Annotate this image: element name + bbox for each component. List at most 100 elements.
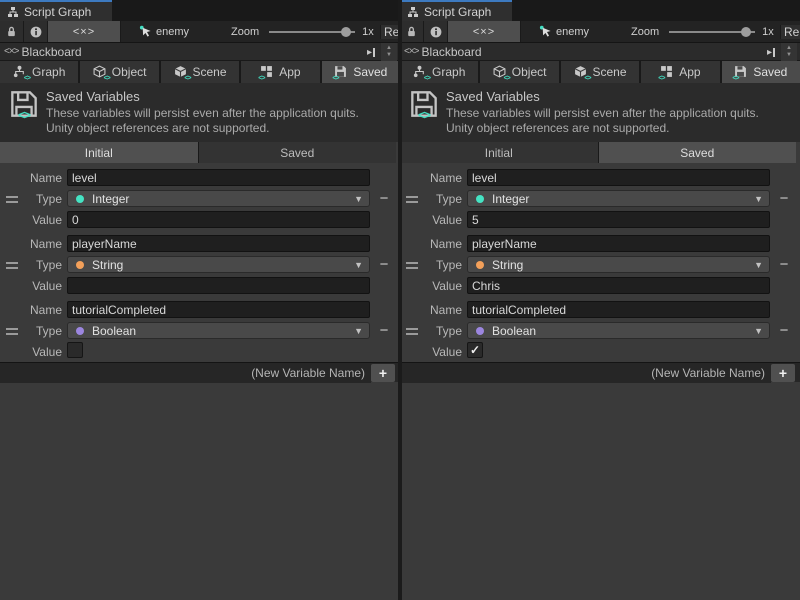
variable-name-input[interactable] <box>467 169 770 186</box>
remove-variable-button[interactable]: − <box>374 255 394 274</box>
tab-graph[interactable]: <> Graph <box>400 61 478 83</box>
tab-graph[interactable]: <> Graph <box>0 61 78 83</box>
remove-variable-button[interactable]: − <box>374 321 394 340</box>
blackboard-header: <×> Blackboard ▸ ▲ ▼ <box>400 43 800 61</box>
saved-variables-icon: <> <box>410 90 438 120</box>
tab-saved[interactable]: <> Saved <box>322 61 400 83</box>
type-dropdown[interactable]: String ▼ <box>67 256 370 273</box>
unity-blackboard-comparison: Script Graph <×> <box>0 0 800 600</box>
dock-icon[interactable]: ▸ <box>367 47 375 58</box>
tab-script-graph[interactable]: Script Graph <box>400 0 512 21</box>
scroll-arrows[interactable]: ▲ ▼ <box>381 43 397 61</box>
app-tab-icon: <> <box>660 65 674 79</box>
scene-tab-icon: <> <box>174 65 188 79</box>
graph-toolbar: <×> enemy Zoom 1x Rela <box>400 21 800 43</box>
tab-scene[interactable]: <> Scene <box>561 61 639 83</box>
remove-variable-button[interactable]: − <box>774 189 794 208</box>
add-variable-button[interactable]: + <box>771 364 795 382</box>
lock-button[interactable] <box>0 21 24 42</box>
value-checkbox[interactable]: ✓ <box>67 342 83 358</box>
variable-value-input[interactable] <box>67 211 370 228</box>
variable-value-input[interactable] <box>67 277 370 294</box>
blackboard-empty-area <box>0 383 400 600</box>
dock-icon[interactable]: ▸ <box>767 47 775 58</box>
subtab-initial-label: Initial <box>485 146 513 160</box>
lock-icon <box>406 26 417 37</box>
pointer-icon <box>139 25 152 38</box>
relations-button[interactable]: Rela <box>380 25 400 39</box>
tab-script-graph[interactable]: Script Graph <box>0 0 112 21</box>
type-dropdown[interactable]: Integer ▼ <box>467 190 770 207</box>
code-view-toggle[interactable]: <×> <box>48 21 121 42</box>
dock-bar <box>773 48 775 57</box>
tab-saved[interactable]: <> Saved <box>722 61 800 83</box>
variable-category-tabs: <> Graph <> Object <box>0 61 400 83</box>
code-view-toggle[interactable]: <×> <box>448 21 521 42</box>
dock-triangle: ▸ <box>767 47 772 58</box>
type-dropdown[interactable]: Boolean ▼ <box>467 322 770 339</box>
info-button[interactable] <box>24 21 48 42</box>
tab-object-label: Object <box>512 65 547 79</box>
scene-tab-icon: <> <box>574 65 588 79</box>
lock-button[interactable] <box>400 21 424 42</box>
variable-name-input[interactable] <box>467 235 770 252</box>
remove-variable-button[interactable]: − <box>374 189 394 208</box>
dock-triangle: ▸ <box>367 47 372 58</box>
info-button[interactable] <box>424 21 448 42</box>
variable-name-input[interactable] <box>67 301 370 318</box>
variable-value-input[interactable] <box>467 211 770 228</box>
scroll-down-icon[interactable]: ▼ <box>786 52 792 59</box>
value-checkbox[interactable]: ✓ <box>467 342 483 358</box>
tab-object[interactable]: <> Object <box>480 61 558 83</box>
zoom-slider[interactable] <box>669 26 755 38</box>
new-variable-name-input[interactable] <box>400 363 771 383</box>
variable-name-input[interactable] <box>467 301 770 318</box>
variable-name-input[interactable] <box>67 235 370 252</box>
type-label: Type <box>0 258 62 272</box>
zoom-slider-thumb[interactable] <box>741 27 751 37</box>
type-dropdown[interactable]: Boolean ▼ <box>67 322 370 339</box>
scroll-up-icon[interactable]: ▲ <box>386 45 392 52</box>
code-toggle-icon: <×> <box>73 26 95 38</box>
scroll-down-icon[interactable]: ▼ <box>386 52 392 59</box>
teal-code-icon: <> <box>584 75 590 82</box>
toolbar-middle: enemy Zoom 1x Rela <box>521 21 800 42</box>
scroll-up-icon[interactable]: ▲ <box>786 45 792 52</box>
graph-pointer: enemy <box>139 25 189 38</box>
saved-tab-icon: <> <box>334 65 348 79</box>
variable-list: Name Type Integer ▼ − Value Name Type <box>400 163 800 361</box>
tab-scene-label: Scene <box>193 65 227 79</box>
variable-name-input[interactable] <box>67 169 370 186</box>
tab-app[interactable]: <> App <box>641 61 719 83</box>
variable-value-input[interactable] <box>467 277 770 294</box>
tab-object[interactable]: <> Object <box>80 61 158 83</box>
panel-divider[interactable] <box>398 0 402 600</box>
type-dropdown[interactable]: Integer ▼ <box>67 190 370 207</box>
zoom-slider-thumb[interactable] <box>341 27 351 37</box>
object-tab-icon: <> <box>493 65 507 79</box>
subtab-initial[interactable]: Initial <box>400 142 598 163</box>
remove-variable-button[interactable]: − <box>774 255 794 274</box>
saved-variables-info: <> Saved Variables These variables will … <box>400 83 800 142</box>
zoom-slider[interactable] <box>269 26 355 38</box>
scroll-arrows[interactable]: ▲ ▼ <box>781 43 797 61</box>
new-variable-name-input[interactable] <box>0 363 371 383</box>
subtab-saved[interactable]: Saved <box>199 142 397 163</box>
variable-row-tutorialcompleted: Name Type Boolean ▼ − Value ✓ <box>0 297 400 361</box>
remove-variable-button[interactable]: − <box>774 321 794 340</box>
type-color-dot <box>476 327 484 335</box>
subtab-saved[interactable]: Saved <box>599 142 797 163</box>
name-label: Name <box>0 171 62 185</box>
graph-name-label: enemy <box>156 26 189 38</box>
subtab-initial[interactable]: Initial <box>0 142 198 163</box>
section-title: Saved Variables <box>446 89 540 104</box>
type-dropdown[interactable]: String ▼ <box>467 256 770 273</box>
add-variable-button[interactable]: + <box>371 364 395 382</box>
tab-scene[interactable]: <> Scene <box>161 61 239 83</box>
type-value: Boolean <box>92 324 136 338</box>
tab-app[interactable]: <> App <box>241 61 319 83</box>
graph-tab-icon: <> <box>13 65 27 79</box>
relations-button[interactable]: Rela <box>780 25 800 39</box>
blackboard-header-right: ▸ ▲ ▼ <box>367 43 400 61</box>
script-graph-icon <box>7 6 19 18</box>
